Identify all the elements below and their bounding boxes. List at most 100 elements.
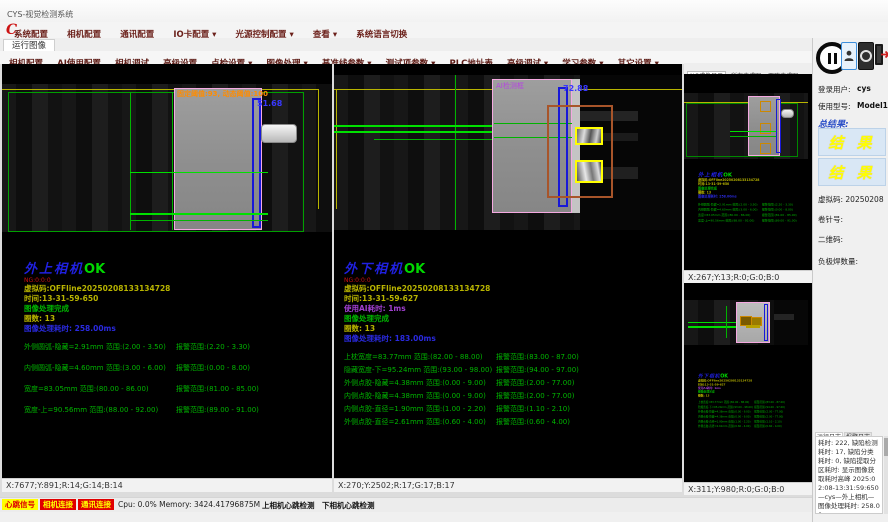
measure-value-label: 72.88 [563,84,588,93]
measurement-row: 上枕宽度=83.77mm 范围:(82.00 - 88.00)报警范围:(83.… [344,352,492,365]
login-user-value: cys [857,84,871,93]
detect-orange-rect [760,143,771,154]
mini-view-lower-panel[interactable]: 外下相机OK 虚拟码:OFFline20250208133134728 时间:1… [684,288,812,482]
comm-link-indicator: 通讯连接 [78,499,114,510]
measurement-row: 外侧点胶-隐藏=4.38mm 范围:(0.00 - 9.00)报警范围:(2.0… [344,378,492,391]
lens-icon [860,50,872,62]
mini-pixel-coords-lower: X:311;Y:980;R:0;G:0;B:0 [684,482,812,495]
green-hline [688,322,740,323]
time-line: 时间:13-31-59-627 [344,294,492,304]
mini-pixel-coords-upper: X:267;Y:13;R:0;G:0;B:0 [684,270,812,283]
monitor-button[interactable] [858,42,874,70]
ng-counter: NG:0:0:0 [344,277,492,284]
titlebar: CYS-视觉检测系统 [0,0,888,23]
measure-blue-rect [764,304,768,341]
dark-ledge [774,314,794,320]
result-block-upper: 外上相机OK NG:0:0:0 虚拟码:OFFline2025020813313… [24,258,170,426]
green-hline [130,213,268,215]
measurement-rows: 上枕宽度=83.77mm 范围:(82.00 - 88.00)报警范围:(83.… [344,352,492,430]
measure-blue-rect [776,99,781,153]
log-scrollbar[interactable] [884,436,888,514]
measurement-rows: 外侧圆弧-隐藏=2.91mm 范围:(2.00 - 3.50)报警范围:(2.2… [24,342,170,426]
mini-camera-image-lower[interactable] [684,300,808,345]
elapsed-line: 图像处理耗时: 183.00ms [344,334,492,344]
heartbeat-indicator: 心跳信号 [2,499,38,510]
log-textbox[interactable]: 耗时: 222, 缺陷检测耗时: 17, 缺陷分类耗时: 0, 缺陷提取分区耗时… [815,436,883,514]
upper-camera-heartbeat-button[interactable]: 上相机心跳检测 [262,500,315,511]
time-line: 时间:13-31-59-650 [24,294,170,304]
lower-camera-heartbeat-button[interactable]: 下相机心跳检测 [322,500,375,511]
yellow-vline [318,89,319,209]
mini-camera-image-upper[interactable] [684,93,808,159]
menubar: C 系统配置 相机配置 通讯配置 IO卡配置 ▾ 光源控制配置 ▾ 查看 ▾ 系… [0,22,888,38]
yellow-vline [336,89,337,209]
model-value: Model1 [857,101,888,110]
ai-time-line: 使用AI耗时: 1ms [344,304,492,314]
camera-view-upper[interactable]: 固定阈值:93, 动态阈值:100 51.68 外上相机OK NG:0:0:0 … [2,64,332,478]
camera-view-lower[interactable]: AI检测框 72.88 外下相机OK NG:0:0:0 虚拟码:OFFline2… [334,64,682,478]
result-box-lower: 结 果 [818,158,886,186]
barcode-line: 虚拟码:OFFline20250208133134728 [24,284,170,294]
baseline-yellow-line [2,89,318,90]
measure-value-label: 51.68 [257,99,282,108]
camera-name: 外上相机 [24,262,84,277]
camera-name: 外下相机 [344,262,404,277]
camera-image-upper[interactable]: 固定阈值:93, 动态阈值:100 51.68 [2,84,332,232]
result-box-upper: 结 果 [818,128,886,156]
green-vline [455,75,456,230]
login-user-button[interactable] [841,42,857,70]
detect-brown-rect [547,105,613,198]
tab-connector-object [261,124,297,143]
green-hline [688,326,740,328]
measurement-row: 宽度-上=90.56mm 范围:(88.00 - 92.00)报警范围:(89.… [24,405,170,426]
mini-view-upper-panel[interactable]: 外上相机OK 虚拟码:OFFline20250208133134728 时间:1… [684,74,812,270]
login-user-label: 登录用户: [818,84,851,95]
qr-label: 二维码: [818,234,843,245]
camera-link-indicator: 相机连接 [40,499,76,510]
window-title: CYS-视觉检测系统 [7,9,73,20]
elapsed-line: 图像处理耗时: 258.00ms [24,324,170,334]
green-vline [172,92,173,230]
tabbar: 运行图像 [0,38,812,52]
ng-counter: NG:0:0:0 [24,277,170,284]
detect-orange-rect [760,101,771,112]
green-vline [726,306,727,338]
ai-box-label: AI检测框 [496,81,524,91]
measurement-row: 内侧点胶-直径=1.90mm 范围:(1.00 - 2.20)报警范围:(1.1… [344,404,492,417]
bottom-status-bar: 心跳信号 相机连接 通讯连接 Cpu: 0.0% Memory: 3424.41… [0,497,812,512]
pixel-coords-upper: X:7677;Y:891;R:14;G:14;B:14 [2,478,332,492]
dark-region [774,300,808,345]
turns-line: 圈数: 13 [24,314,170,324]
measurement-row: 外侧点胶-直径=2.61mm 范围:(0.60 - 4.00)报警范围:(0.6… [344,417,492,430]
green-hline [130,172,268,173]
green-hline [730,131,776,132]
measurement-row: 内侧圆弧-隐藏=4.60mm 范围:(3.00 - 6.00)报警范围:(0.0… [24,363,170,384]
result-block-lower: 外下相机OK NG:0:0:0 虚拟码:OFFline2025020813313… [344,258,492,430]
weld-yellow-rect [575,127,603,145]
barcode-label: 虚拟码: 20250208 [818,194,884,205]
detect-orange-rect [760,123,771,134]
measurement-row: 宽度=83.05mm 范围:(80.00 - 86.00)报警范围:(81.00… [24,384,170,405]
result-status: OK [84,262,105,277]
result-status: OK [404,262,425,277]
user-icon [844,50,854,62]
pixel-coords-lower: X:270;Y:2502;R:17;G:17;B:17 [334,478,682,492]
cpu-memory-text: Cpu: 0.0% Memory: 3424.41796875M [118,500,260,509]
green-hline [130,220,268,221]
process-done-line: 图像处理完成 [344,314,492,324]
turns-line: 圈数: 13 [344,324,492,334]
weld-yellow-rect [575,160,603,183]
app-window: CYS-视觉检测系统 C 系统配置 相机配置 通讯配置 IO卡配置 ▾ 光源控制… [0,0,888,522]
mini-result-block-lower: 外下相机OK 虚拟码:OFFline20250208133134728 时间:1… [698,372,824,429]
measurement-row: 外侧圆弧-隐藏=2.91mm 范围:(2.00 - 3.50)报警范围:(2.2… [24,342,170,363]
part-region [174,88,262,230]
control-panel: 登录用户: cys 使用型号: Model1 总结果: 结 果 结 果 虚拟码:… [812,38,888,522]
measurement-row: 内侧点胶-隐藏=4.38mm 范围:(0.00 - 9.00)报警范围:(2.0… [344,391,492,404]
exit-door-icon [874,41,888,68]
camera-image-lower[interactable]: AI检测框 72.88 [334,75,682,230]
green-vline [130,92,131,230]
measurement-row: 隐藏宽度-下=95.24mm 范围:(93.00 - 98.00)报警范围:(9… [344,365,492,378]
weld-count-label: 负极焊数量: [818,256,858,267]
needle-label: 卷针号: [818,214,843,225]
exit-button[interactable] [874,41,888,72]
